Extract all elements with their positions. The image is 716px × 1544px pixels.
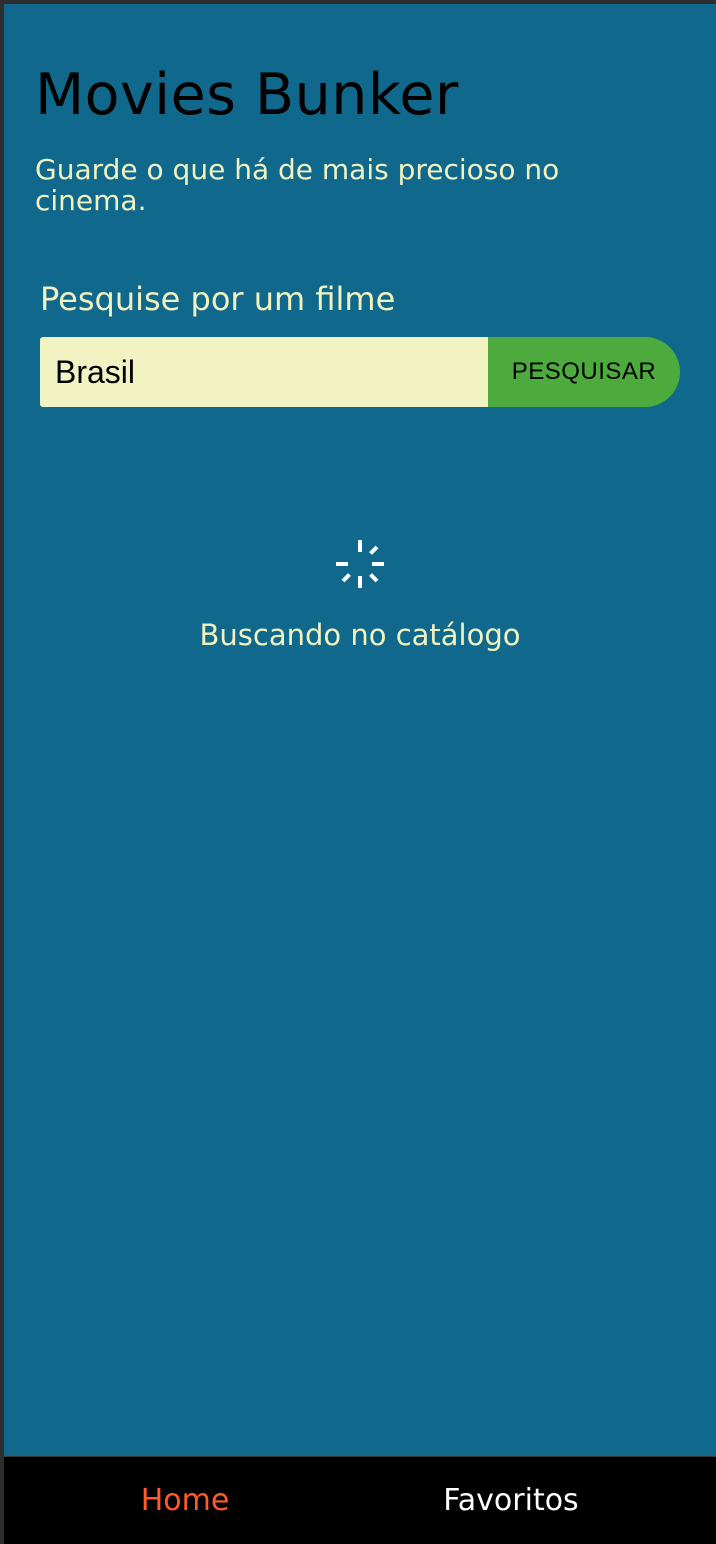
nav-item-home[interactable]: Home <box>4 1457 366 1544</box>
app-subtitle: Guarde o que há de mais precioso no cine… <box>35 153 560 217</box>
app-title: Movies Bunker <box>35 62 459 128</box>
spinner-icon <box>336 540 384 588</box>
search-input[interactable] <box>40 337 488 407</box>
loading-text: Buscando no catálogo <box>199 618 521 652</box>
bottom-nav: Home Favoritos <box>4 1456 716 1544</box>
search-button[interactable]: PESQUISAR <box>488 337 680 407</box>
search-label: Pesquise por um filme <box>40 280 396 318</box>
nav-item-favoritos[interactable]: Favoritos <box>334 1457 688 1544</box>
app-screen: Movies Bunker Guarde o que há de mais pr… <box>4 4 716 1544</box>
